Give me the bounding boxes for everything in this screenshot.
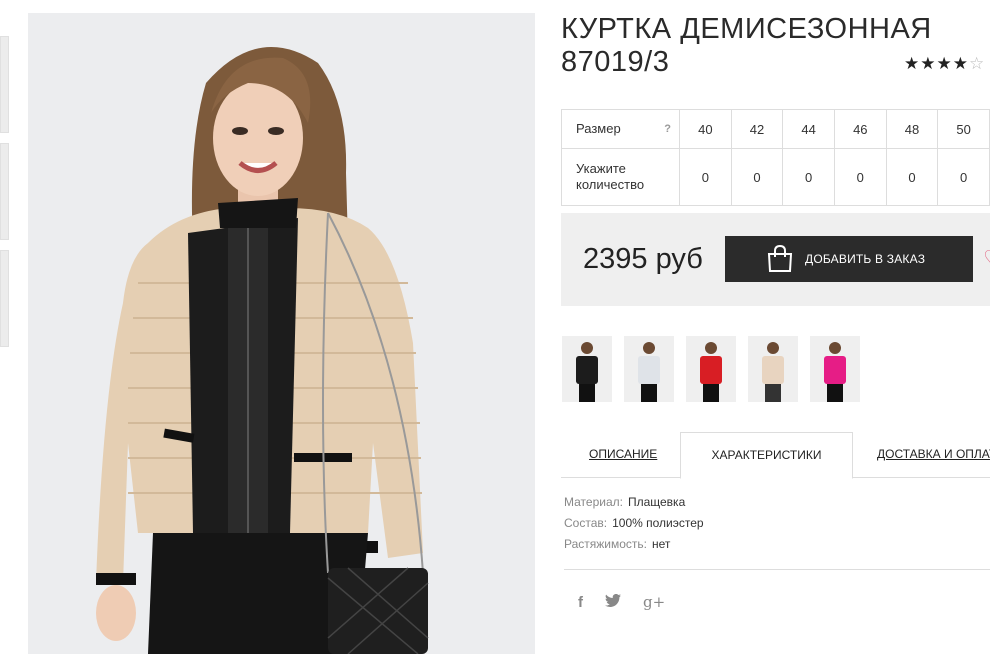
color-swatch[interactable]	[748, 336, 798, 402]
star-icon[interactable]: ★	[937, 54, 953, 73]
social-share: f g+	[578, 593, 665, 611]
help-icon[interactable]: ?	[664, 121, 671, 137]
tab-specs[interactable]: ХАРАКТЕРИСТИКИ	[680, 432, 853, 479]
product-tabs: ОПИСАНИЕ ХАРАКТЕРИСТИКИ ДОСТАВКА И ОПЛАТ…	[561, 432, 990, 479]
size-cell: 42	[730, 109, 784, 149]
quantity-input[interactable]: 0	[782, 148, 835, 206]
color-swatch[interactable]	[624, 336, 674, 402]
thumbnail[interactable]	[0, 36, 9, 133]
swatch-jacket	[824, 356, 846, 384]
size-cell: 50	[937, 109, 990, 149]
thumbnail-strip	[0, 36, 9, 357]
product-photo[interactable]	[28, 13, 535, 654]
size-cell: 40	[679, 109, 732, 149]
color-variants	[562, 336, 860, 402]
spec-row: Состав: 100% полиэстер	[564, 513, 704, 534]
spec-value: 100% полиэстер	[612, 516, 704, 530]
quantity-label: Укажите количество	[561, 148, 680, 206]
size-cell: 46	[833, 109, 887, 149]
quantity-input[interactable]: 0	[885, 148, 939, 206]
size-table: Размер ? 40 42 44 46 48 50 Укажите колич…	[561, 109, 990, 206]
quantity-input[interactable]: 0	[730, 148, 784, 206]
size-row: Размер ? 40 42 44 46 48 50	[561, 109, 990, 149]
swatch-jacket	[638, 356, 660, 384]
google-plus-icon[interactable]: g+	[643, 593, 665, 611]
product-title: КУРТКА ДЕМИСЕЗОННАЯ 87019/3	[561, 13, 932, 78]
twitter-icon[interactable]	[605, 593, 621, 611]
add-to-order-label: ДОБАВИТЬ В ЗАКАЗ	[805, 252, 926, 266]
favorite-heart-icon[interactable]: ♡	[983, 246, 990, 272]
spec-row: Материал: Плащевка	[564, 492, 704, 513]
quantity-input[interactable]: 0	[679, 148, 732, 206]
tab-delivery[interactable]: ДОСТАВКА И ОПЛАТА	[877, 432, 990, 477]
swatch-jacket	[576, 356, 598, 384]
size-label-cell: Размер ?	[561, 109, 680, 149]
quantity-input[interactable]: 0	[937, 148, 990, 206]
spec-value: нет	[652, 537, 671, 551]
star-empty-icon[interactable]: ☆	[969, 54, 985, 73]
spec-key: Состав:	[564, 516, 608, 530]
facebook-icon[interactable]: f	[578, 594, 583, 611]
spec-value: Плащевка	[627, 495, 686, 509]
spec-row: Растяжимость: нет	[564, 534, 704, 555]
buy-box: 2395 руб ДОБАВИТЬ В ЗАКАЗ	[561, 213, 990, 306]
thumbnail[interactable]	[0, 143, 9, 240]
swatch-jacket	[762, 356, 784, 384]
shopping-bag-icon	[767, 245, 793, 273]
size-label: Размер	[576, 121, 621, 136]
size-cell: 44	[782, 109, 835, 149]
color-swatch[interactable]	[562, 336, 612, 402]
color-swatch[interactable]	[686, 336, 736, 402]
star-icon[interactable]: ★	[904, 54, 920, 73]
star-icon[interactable]: ★	[953, 54, 969, 73]
tab-description[interactable]: ОПИСАНИЕ	[589, 432, 657, 477]
add-to-order-button[interactable]: ДОБАВИТЬ В ЗАКАЗ	[725, 236, 973, 282]
spec-key: Материал:	[564, 495, 623, 509]
star-icon[interactable]: ★	[920, 54, 936, 73]
swatch-jacket	[700, 356, 722, 384]
quantity-input[interactable]: 0	[833, 148, 887, 206]
thumbnail[interactable]	[0, 250, 9, 347]
price: 2395 руб	[583, 243, 703, 275]
divider	[564, 569, 990, 570]
spec-key: Растяжимость:	[564, 537, 648, 551]
rating-stars[interactable]: ★★★★☆	[904, 54, 985, 74]
size-cell: 48	[885, 109, 939, 149]
color-swatch[interactable]	[810, 336, 860, 402]
specs-list: Материал: Плащевка Состав: 100% полиэстер …	[564, 492, 704, 555]
quantity-row: Укажите количество 0 0 0 0 0 0	[561, 148, 990, 206]
